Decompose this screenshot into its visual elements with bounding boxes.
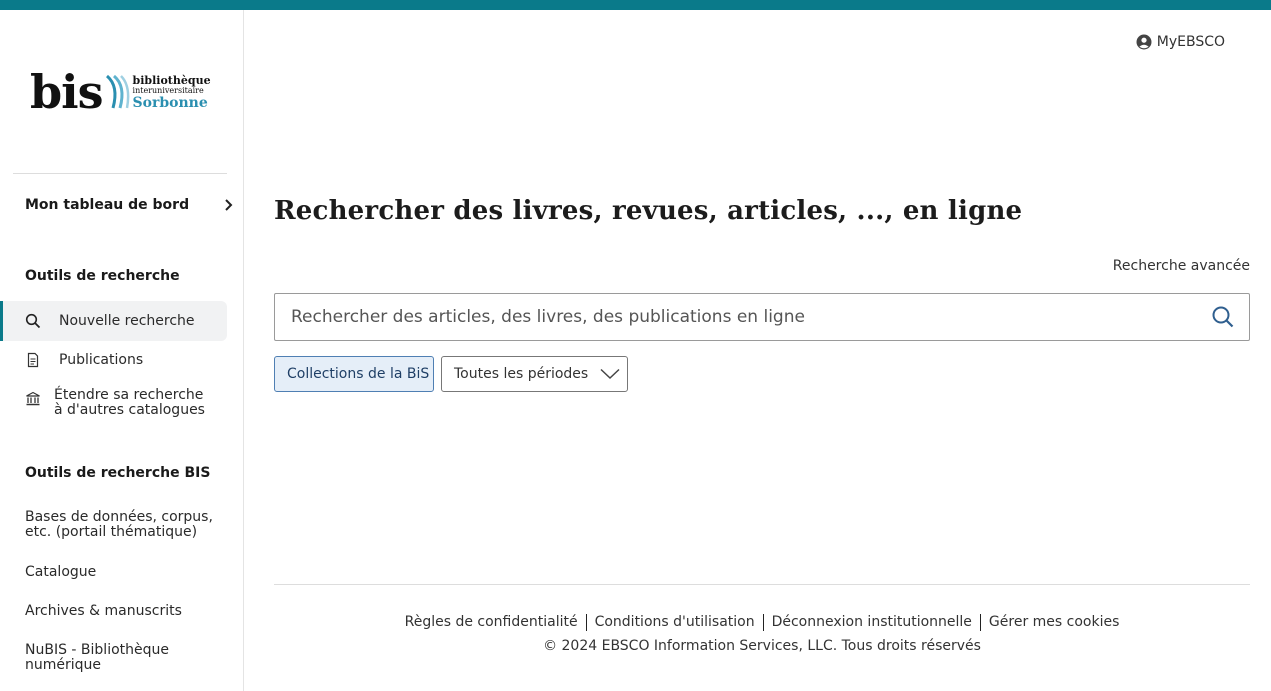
- logo-line2: interuniversitaire: [132, 85, 204, 95]
- search-icon[interactable]: [1211, 305, 1235, 329]
- main-content: MyEBSCO Rechercher des livres, revues, a…: [245, 10, 1271, 691]
- period-dropdown[interactable]: Toutes les périodes: [441, 356, 628, 392]
- sidebar-item-label: Étendre sa recherche à d'autres catalogu…: [54, 387, 205, 418]
- sidebar-item-other-catalogues[interactable]: Étendre sa recherche à d'autres catalogu…: [0, 388, 227, 428]
- footer-divider: [274, 584, 1250, 585]
- institution-icon: [26, 391, 40, 406]
- footer-link-cookies[interactable]: Gérer mes cookies: [981, 614, 1127, 631]
- sidebar: bis bibliothèque interuniversitaire Sorb…: [0, 10, 244, 691]
- footer-link-terms[interactable]: Conditions d'utilisation: [587, 614, 763, 631]
- collection-filter-button[interactable]: Collections de la BiS: [274, 356, 434, 392]
- page-title: Rechercher des livres, revues, articles,…: [274, 196, 1023, 226]
- footer-links: Règles de confidentialité Conditions d'u…: [274, 614, 1250, 631]
- sidebar-item-label: Nouvelle recherche: [59, 313, 195, 329]
- sidebar-link-nubis[interactable]: NuBIS - Bibliothèque numérique: [25, 643, 235, 673]
- sidebar-link-catalogue[interactable]: Catalogue: [25, 565, 235, 580]
- chevron-right-icon: [225, 199, 233, 211]
- advanced-search-link[interactable]: Recherche avancée: [1113, 258, 1250, 274]
- top-accent-bar: [0, 0, 1271, 10]
- sidebar-item-label: Publications: [59, 352, 144, 368]
- user-circle-icon: [1136, 34, 1152, 50]
- period-dropdown-label: Toutes les périodes: [454, 366, 589, 382]
- search-icon: [25, 313, 41, 329]
- bis-tools-title: Outils de recherche BIS: [25, 465, 211, 481]
- dashboard-link[interactable]: Mon tableau de bord: [25, 194, 235, 216]
- logo-text: bibliothèque interuniversitaire Sorbonne: [133, 75, 211, 110]
- sidebar-item-publications[interactable]: Publications: [0, 340, 227, 380]
- document-icon: [27, 352, 39, 368]
- sidebar-link-archives[interactable]: Archives & manuscrits: [25, 604, 235, 619]
- search-box: [274, 293, 1250, 341]
- footer-link-logout[interactable]: Déconnexion institutionnelle: [764, 614, 980, 631]
- collection-filter-label: Collections de la BiS: [287, 366, 430, 382]
- footer-link-privacy[interactable]: Règles de confidentialité: [397, 614, 586, 631]
- chevron-down-icon: [600, 368, 620, 380]
- sidebar-item-new-search[interactable]: Nouvelle recherche: [0, 301, 227, 341]
- sidebar-link-databases[interactable]: Bases de données, corpus, etc. (portail …: [25, 510, 235, 540]
- logo-waves-icon: [105, 74, 129, 109]
- sidebar-divider: [13, 173, 227, 174]
- logo-wordmark: bis: [30, 65, 104, 119]
- search-input[interactable]: [291, 307, 1211, 327]
- logo-line1: bibliothèque: [132, 73, 211, 87]
- myebsco-label: MyEBSCO: [1156, 34, 1225, 50]
- dashboard-label: Mon tableau de bord: [25, 197, 190, 213]
- copyright-text: © 2024 EBSCO Information Services, LLC. …: [543, 638, 981, 654]
- search-tools-title: Outils de recherche: [25, 268, 180, 284]
- myebsco-button[interactable]: MyEBSCO: [1136, 34, 1225, 50]
- bis-logo[interactable]: bis bibliothèque interuniversitaire Sorb…: [30, 66, 220, 118]
- logo-line3: Sorbonne: [132, 94, 208, 111]
